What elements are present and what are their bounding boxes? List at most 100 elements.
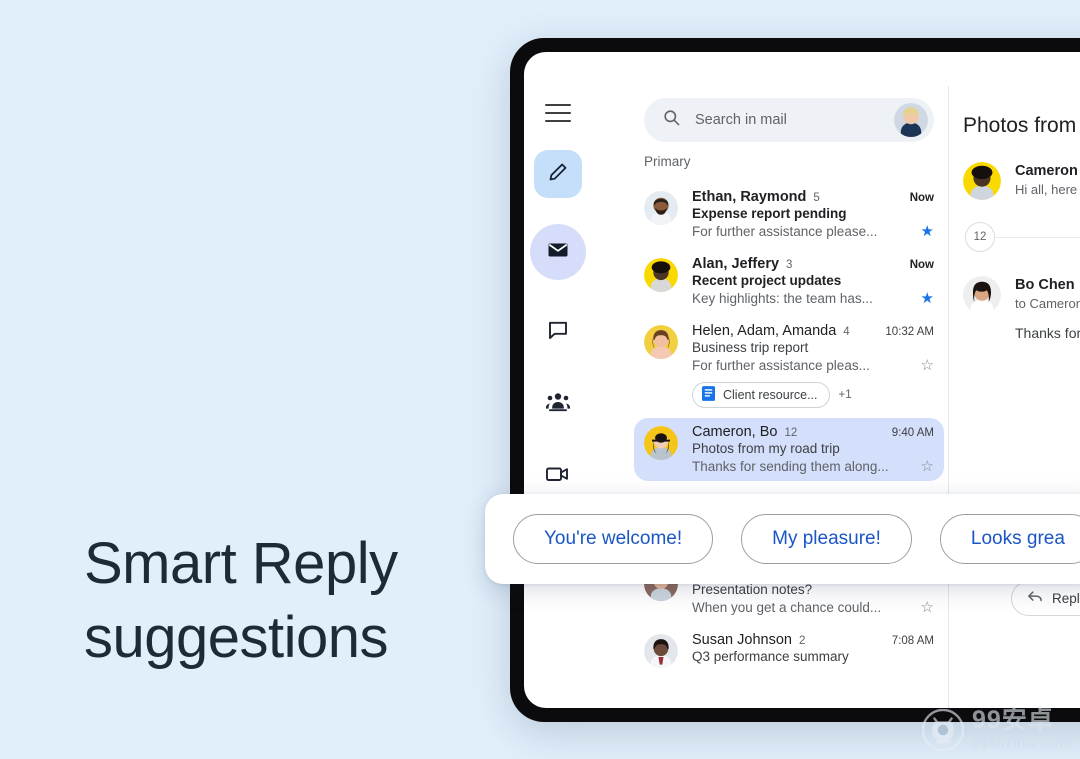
tablet-device-frame: 9:30 Tue, May 19 — [510, 38, 1080, 722]
reply-button[interactable]: Reply — [1011, 581, 1080, 616]
people-group-icon — [545, 391, 571, 418]
sender-name: Bo Chen — [1015, 277, 1075, 293]
snippet: For further assistance please... — [692, 223, 878, 239]
sidebar-item-meet[interactable] — [538, 456, 578, 496]
thread-title: Photos from m — [963, 114, 1080, 137]
reply-arrow-icon — [1027, 590, 1043, 607]
row-body: Ethan, Raymond 5 Now Expense report pend… — [692, 189, 934, 240]
pencil-icon — [547, 161, 569, 188]
thread-message[interactable]: Cameron Oel Hi all, here are t — [963, 162, 1080, 200]
category-label: Primary — [644, 154, 691, 169]
star-icon[interactable]: ★ — [921, 222, 934, 240]
smart-reply-chip-2[interactable]: My pleasure! — [741, 514, 912, 564]
sidebar-item-spaces[interactable] — [538, 384, 578, 424]
thread-count: 3 — [786, 259, 793, 271]
snippet: When you get a chance could... — [692, 599, 882, 615]
star-icon[interactable]: ☆ — [921, 356, 934, 374]
compose-button[interactable] — [534, 150, 582, 198]
avatar — [644, 634, 678, 668]
timestamp: Now — [909, 259, 934, 271]
thread-message[interactable]: Bo Chen 10:20 to Cameron, Jesse Thanks f… — [963, 276, 1080, 341]
headline-line-2: suggestions — [84, 605, 389, 670]
collapsed-messages-divider[interactable]: 12 — [965, 222, 1080, 252]
sender-name: Susan Johnson — [692, 632, 792, 648]
page-title: Smart Reply suggestions — [84, 527, 484, 675]
watermark-primary: 99安卓 — [971, 705, 1054, 734]
star-icon[interactable]: ☆ — [921, 598, 934, 616]
subject: Expense report pending — [692, 206, 847, 221]
thread-count: 12 — [784, 427, 798, 439]
split-panes: Search in mail Primary Ethan, Raymond 5 … — [524, 86, 1080, 708]
mail-list-pane: Search in mail Primary Ethan, Raymond 5 … — [524, 86, 948, 708]
subject: Q3 performance summary — [692, 649, 849, 664]
thread-content: Photos from m — [949, 86, 1080, 341]
attachment-chip[interactable]: Client resource... — [692, 382, 831, 408]
search-icon — [662, 108, 681, 132]
message-preview: Hi all, here are t — [1015, 182, 1080, 197]
subject: Presentation notes? — [692, 582, 813, 597]
attachment-row: Client resource... +1 — [692, 382, 934, 408]
message-body-text: Thanks for send — [1015, 325, 1080, 341]
timestamp: 10:32 AM — [885, 326, 934, 338]
reply-bar: Reply — [1011, 581, 1080, 616]
status-bar: 9:30 Tue, May 19 — [524, 52, 1080, 86]
watermark-text: 99安卓 gganzhuo.com — [971, 705, 1072, 752]
avatar — [644, 426, 678, 460]
thread-message-body: Cameron Oel Hi all, here are t — [1015, 162, 1080, 200]
avatar — [963, 276, 1001, 314]
sender-name: Cameron Oel — [1015, 163, 1080, 179]
subject: Recent project updates — [692, 273, 842, 288]
watermark-secondary: gganzhuo.com — [971, 735, 1072, 750]
sender-name: Ethan, Raymond — [692, 189, 807, 205]
collapsed-count-badge: 12 — [965, 222, 995, 252]
timestamp: 7:08 AM — [891, 635, 934, 647]
sender-name: Alan, Jeffery — [692, 256, 780, 272]
screenshot-root: Smart Reply suggestions 9:30 Tue, May 19 — [0, 0, 1080, 759]
thread-pane: Photos from m — [949, 86, 1080, 708]
row-body: Alan, Jeffery 3 Now Recent project updat… — [692, 256, 934, 307]
table-row[interactable]: Cameron, Bo 12 9:40 AM Photos from my ro… — [634, 418, 944, 481]
search-placeholder: Search in mail — [695, 112, 787, 128]
recipients: to Cameron, Jesse — [1015, 296, 1080, 311]
star-icon[interactable]: ☆ — [921, 457, 934, 475]
mail-list: Primary Ethan, Raymond 5 Now Expense rep… — [634, 154, 944, 708]
smart-reply-chip-1[interactable]: You're welcome! — [513, 514, 714, 564]
sidebar-item-mail[interactable] — [530, 224, 586, 280]
avatar — [963, 162, 1001, 200]
table-row[interactable]: Ethan, Raymond 5 Now Expense report pend… — [644, 183, 944, 246]
robot-mascot-icon — [921, 708, 965, 752]
subject: Photos from my road trip — [692, 441, 840, 456]
attachment-label: Client resource... — [723, 388, 818, 402]
headline-line-1: Smart Reply — [84, 531, 398, 596]
sidebar-item-chat[interactable] — [538, 312, 578, 352]
thread-count: 4 — [843, 326, 850, 338]
smart-reply-chip-3[interactable]: Looks grea — [939, 514, 1080, 564]
table-row[interactable]: Helen, Adam, Amanda 4 10:32 AM Business … — [644, 317, 944, 414]
envelope-icon — [546, 238, 570, 267]
search-input[interactable]: Search in mail — [644, 98, 934, 142]
star-icon[interactable]: ★ — [921, 289, 934, 307]
avatar[interactable] — [894, 103, 928, 137]
table-row[interactable]: Alan, Jeffery 3 Now Recent project updat… — [644, 250, 944, 313]
search-area: Search in mail — [644, 98, 934, 142]
watermark: 99安卓 gganzhuo.com — [921, 705, 1072, 752]
sender-name: Helen, Adam, Amanda — [692, 323, 837, 339]
divider-line — [995, 236, 1080, 238]
thread-message-body: Bo Chen 10:20 to Cameron, Jesse Thanks f… — [1015, 276, 1080, 341]
chat-bubble-icon — [546, 318, 570, 347]
timestamp: 9:40 AM — [891, 427, 934, 439]
attachment-more-count: +1 — [838, 389, 852, 401]
thread-count: 2 — [798, 635, 806, 647]
avatar — [644, 325, 678, 359]
subject: Business trip report — [692, 340, 809, 355]
tablet-screen: 9:30 Tue, May 19 — [524, 52, 1080, 708]
thread-count: 5 — [813, 192, 820, 204]
avatar — [644, 258, 678, 292]
table-row[interactable]: Susan Johnson 2 7:08 AM Q3 performance s… — [644, 626, 944, 674]
snippet: Key highlights: the team has... — [692, 290, 873, 306]
document-icon — [702, 386, 715, 404]
row-body: Helen, Adam, Amanda 4 10:32 AM Business … — [692, 323, 934, 408]
hamburger-icon[interactable] — [545, 104, 571, 122]
row-body: Susan Johnson 2 7:08 AM Q3 performance s… — [692, 632, 934, 668]
smart-reply-card: You're welcome! My pleasure! Looks grea — [485, 494, 1080, 584]
